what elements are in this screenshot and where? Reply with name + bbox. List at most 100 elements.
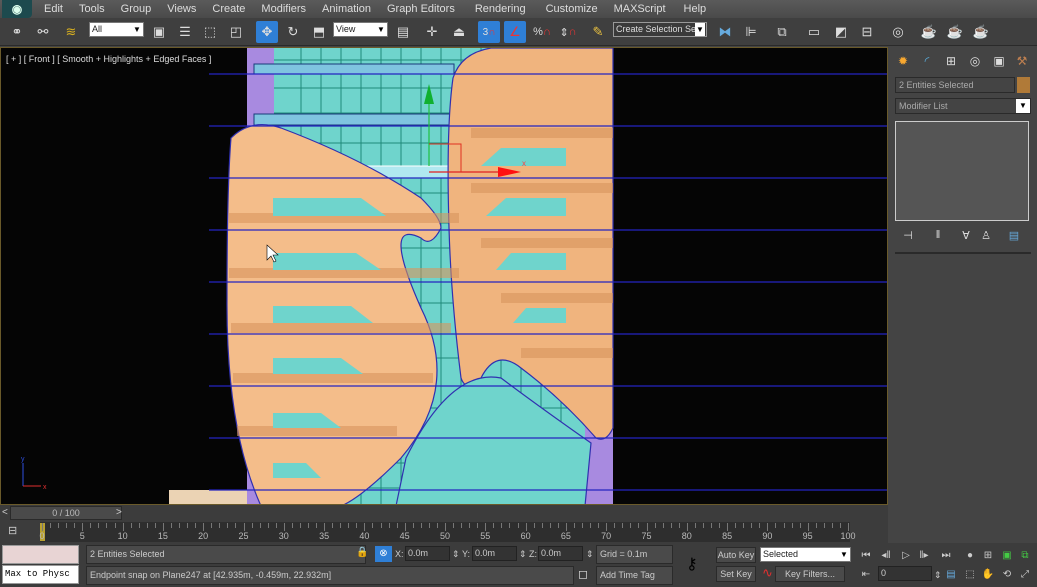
zoom-extents-icon[interactable]: ▣ <box>999 547 1015 563</box>
zoom-region-icon[interactable]: ⬚ <box>962 566 978 582</box>
set-key-icon[interactable]: ⚷ <box>686 554 698 574</box>
keyboard-shortcut-icon[interactable]: ⏏ <box>448 21 470 43</box>
pan-view-icon[interactable]: ✋ <box>980 566 996 582</box>
menu-group[interactable]: Group <box>113 0 160 18</box>
window-crossing-icon[interactable]: ◰ <box>225 21 247 43</box>
select-manipulate-icon[interactable]: ✛ <box>421 21 443 43</box>
menu-edit[interactable]: Edit <box>36 0 71 18</box>
render-teapot-icon[interactable]: ☕ <box>970 21 992 43</box>
play-icon[interactable]: ▷ <box>898 547 914 563</box>
zoom-extents-all-icon[interactable]: ⧉ <box>1017 547 1033 563</box>
set-key-button[interactable]: Set Key <box>716 566 756 582</box>
modifier-list-dropdown[interactable]: Modifier List ▼ <box>895 98 1031 114</box>
menu-maxscript[interactable]: MAXScript <box>606 0 674 18</box>
next-frame-icon[interactable]: ‖▸ <box>916 547 932 563</box>
scene-explorer-icon[interactable]: ▭ <box>803 21 825 43</box>
selection-filter-dropdown[interactable]: All ▼ <box>89 22 144 37</box>
maxscript-listener-output[interactable] <box>2 545 79 564</box>
time-tag-icon[interactable]: ◻ <box>578 567 588 581</box>
next-frame-button[interactable]: > <box>116 507 122 518</box>
make-unique-icon[interactable]: ∀ <box>956 227 976 243</box>
edit-named-selection-icon[interactable]: ✎ <box>587 21 609 43</box>
hierarchy-tab-icon[interactable]: ⊞ <box>941 52 961 70</box>
menu-graph-editors[interactable]: Graph Editors <box>379 0 463 18</box>
go-to-start-icon[interactable]: ⏮ <box>858 547 874 563</box>
menu-views[interactable]: Views <box>159 0 204 18</box>
x-spinner-icon[interactable]: ⇕ <box>452 546 460 562</box>
show-end-result-icon[interactable]: ‖ <box>928 227 948 243</box>
go-to-end-icon[interactable]: ⏭ <box>938 547 954 563</box>
menu-modifiers[interactable]: Modifiers <box>253 0 314 18</box>
render-iterative-icon[interactable]: ☕ <box>944 21 966 43</box>
angle-snap-icon[interactable]: ∠ <box>504 21 526 43</box>
align-icon[interactable]: ⊫ <box>740 21 762 43</box>
orbit-icon[interactable]: ⟲ <box>999 566 1015 582</box>
modifier-stack[interactable] <box>895 121 1029 221</box>
utilities-tab-icon[interactable]: ⚒ <box>1012 52 1032 70</box>
configure-modifier-sets-icon[interactable]: ▤ <box>1004 227 1024 243</box>
absolute-mode-transform-icon[interactable]: ⊗ <box>375 546 392 562</box>
select-rotate-icon[interactable]: ↻ <box>282 21 304 43</box>
select-by-name-icon[interactable]: ☰ <box>174 21 196 43</box>
add-time-tag-button[interactable]: Add Time Tag <box>596 566 673 585</box>
app-logo-button[interactable]: ◉ <box>2 0 32 18</box>
select-object-icon[interactable]: ▣ <box>148 21 170 43</box>
time-configuration-icon[interactable]: ▤ <box>943 566 959 582</box>
track-bar[interactable]: ⊟ 0 5 10 15 20 25 30 35 40 45 50 55 60 65 70 75 80 85 90 95… <box>0 521 888 543</box>
x-coordinate-field[interactable]: 0.0m <box>405 546 450 561</box>
current-frame-field[interactable]: 0 <box>878 566 932 581</box>
maxscript-listener-input[interactable]: Max to Physc <box>2 565 79 584</box>
key-mode-toggle-icon[interactable]: ⇤ <box>858 566 874 582</box>
material-editor-icon[interactable]: ◩ <box>830 21 852 43</box>
object-color-swatch[interactable] <box>1017 77 1030 93</box>
object-name-field[interactable]: 2 Entities Selected <box>895 77 1015 93</box>
named-selection-dropdown[interactable]: Create Selection Se ▼ <box>613 22 707 37</box>
menu-help[interactable]: Help <box>674 0 715 18</box>
zoom-all-icon[interactable]: ⊞ <box>980 547 996 563</box>
modify-tab-icon[interactable]: ◜ <box>917 52 937 70</box>
key-filters-button[interactable]: Key Filters... <box>775 566 845 582</box>
prev-frame-button[interactable]: < <box>2 507 8 518</box>
rendered-frame-icon[interactable]: ◎ <box>887 21 909 43</box>
render-production-icon[interactable]: ☕ <box>918 21 940 43</box>
menu-customize[interactable]: Customize <box>534 0 606 18</box>
bind-space-warp-icon[interactable]: ≋ <box>60 21 82 43</box>
menu-rendering[interactable]: Rendering <box>463 0 534 18</box>
snaps-toggle-button[interactable]: 3 ∩ <box>478 21 500 43</box>
maximize-viewport-icon[interactable]: ⤢ <box>1017 566 1033 582</box>
z-spinner-icon[interactable]: ⇕ <box>586 546 594 562</box>
render-setup-icon[interactable]: ⊟ <box>856 21 878 43</box>
mirror-icon[interactable]: ⧓ <box>714 21 736 43</box>
create-tab-icon[interactable]: ✹ <box>893 52 913 70</box>
remove-modifier-icon[interactable]: ♙ <box>976 227 996 243</box>
selection-lock-icon[interactable]: 🔒 <box>356 547 368 558</box>
display-tab-icon[interactable]: ▣ <box>989 52 1009 70</box>
auto-key-button[interactable]: Auto Key <box>716 547 756 563</box>
menu-animation[interactable]: Animation <box>314 0 379 18</box>
z-coordinate-field[interactable]: 0.0m <box>538 546 583 561</box>
previous-frame-icon[interactable]: ◂‖ <box>878 547 894 563</box>
y-coordinate-field[interactable]: 0.0m <box>472 546 517 561</box>
spinner-snap-icon[interactable]: ⇕ ∩ <box>557 21 579 43</box>
select-scale-icon[interactable]: ⬒ <box>308 21 330 43</box>
reference-coordinate-dropdown[interactable]: View ▼ <box>333 22 388 37</box>
front-viewport[interactable]: [ + ] [ Front ] [ Smooth + Highlights + … <box>0 47 888 505</box>
key-mode-dropdown[interactable]: Selected ▼ <box>760 547 851 562</box>
y-spinner-icon[interactable]: ⇕ <box>519 546 527 562</box>
link-icon[interactable]: ⚭ <box>6 21 28 43</box>
unlink-icon[interactable]: ⚯ <box>32 21 54 43</box>
layer-manager-icon[interactable]: ⧉ <box>771 21 793 43</box>
time-slider-thumb[interactable]: 0 / 100 <box>10 506 122 520</box>
menu-create[interactable]: Create <box>204 0 253 18</box>
select-move-icon[interactable]: ✥ <box>256 21 278 43</box>
motion-tab-icon[interactable]: ◎ <box>965 52 985 70</box>
frame-spinner-icon[interactable]: ⇕ <box>934 567 942 583</box>
curve-editor-icon[interactable]: ∿ <box>762 565 773 581</box>
zoom-icon[interactable]: ● <box>962 547 978 563</box>
pin-stack-icon[interactable]: ⊣ <box>898 227 918 243</box>
viewport-label[interactable]: [ + ] [ Front ] [ Smooth + Highlights + … <box>6 54 211 64</box>
rectangular-selection-icon[interactable]: ⬚ <box>199 21 221 43</box>
menu-tools[interactable]: Tools <box>71 0 113 18</box>
use-pivot-center-icon[interactable]: ▤ <box>392 21 414 43</box>
percent-snap-icon[interactable]: % ∩ <box>531 21 553 43</box>
